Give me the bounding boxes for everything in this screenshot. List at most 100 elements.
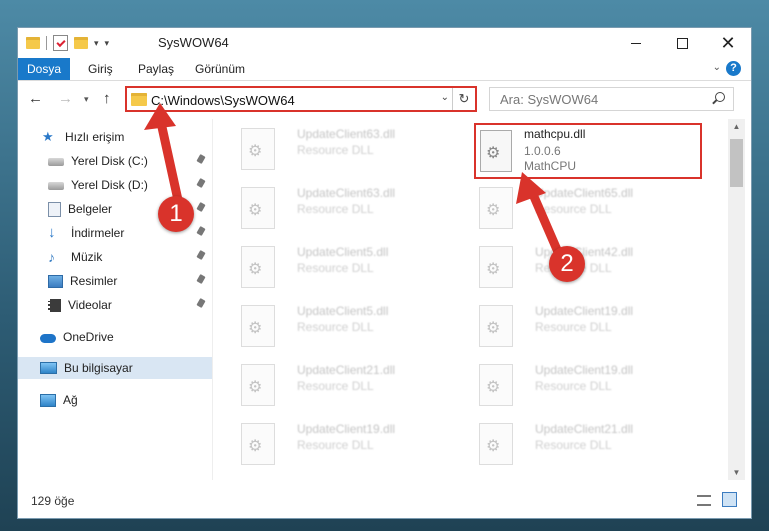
file-name: UpdateClient5.dll: [297, 245, 389, 259]
dll-file-icon: [479, 364, 513, 406]
highlighted-file-mathcpu[interactable]: mathcpu.dll 1.0.0.6 MathCPU: [474, 123, 702, 179]
up-button[interactable]: ↑: [103, 90, 111, 107]
file-name: mathcpu.dll: [524, 127, 586, 141]
file-description: Resource DLL: [535, 379, 612, 393]
list-item[interactable]: UpdateClient5.dll Resource DLL: [225, 299, 445, 351]
minimize-button[interactable]: [613, 28, 659, 58]
maximize-icon: [676, 37, 688, 49]
folder-icon: [26, 37, 40, 49]
sidebar-item-onedrive[interactable]: OneDrive: [18, 326, 212, 348]
list-item[interactable]: UpdateClient63.dll Resource DLL: [225, 122, 445, 174]
sidebar-item-label: Videolar: [68, 298, 112, 312]
close-icon: ✕: [720, 32, 736, 53]
tab-home[interactable]: Giriş: [88, 58, 113, 80]
sidebar-item-videos[interactable]: Videolar: [18, 294, 212, 316]
disk-icon: [48, 158, 64, 166]
recent-locations-button[interactable]: ▾: [84, 94, 89, 105]
list-item[interactable]: UpdateClient65.dll Resource DLL: [463, 181, 683, 233]
ribbon-tabs: Dosya Giriş Paylaş Görünüm ⌄ ?: [18, 58, 751, 81]
sidebar-item-label: Bu bilgisayar: [64, 361, 133, 375]
help-icon[interactable]: ?: [726, 61, 741, 76]
address-dropdown-icon[interactable]: ⌄: [441, 92, 449, 103]
list-item[interactable]: UpdateClient5.dll Resource DLL: [225, 240, 445, 292]
pin-icon[interactable]: [196, 154, 206, 164]
file-explorer-window: ▾ ▾ SysWOW64 ✕ Dosya Giriş Paylaş Görünü…: [17, 27, 752, 519]
dll-file-icon: [479, 187, 513, 229]
file-list: UpdateClient63.dll Resource DLL UpdateCl…: [213, 119, 728, 481]
sidebar-item-label: Hızlı erişim: [65, 130, 125, 144]
expand-ribbon-icon[interactable]: ⌄: [713, 62, 721, 73]
dll-file-icon: [241, 246, 275, 288]
file-name: UpdateClient19.dll: [297, 422, 396, 436]
sidebar-item-local-disk-c[interactable]: Yerel Disk (C:): [18, 150, 212, 172]
dll-file-icon: [241, 364, 275, 406]
sidebar-item-quick-access[interactable]: ★ Hızlı erişim: [18, 126, 212, 148]
properties-icon[interactable]: [53, 35, 68, 51]
file-name: UpdateClient65.dll: [535, 186, 634, 200]
large-icons-view-icon[interactable]: [722, 492, 737, 507]
scroll-down-arrow[interactable]: ▼: [728, 465, 745, 481]
list-item[interactable]: UpdateClient19.dll Resource DLL: [463, 299, 683, 351]
tab-view[interactable]: Görünüm: [195, 58, 245, 80]
pin-icon[interactable]: [196, 226, 206, 236]
music-icon: ♪: [48, 249, 55, 265]
close-button[interactable]: ✕: [705, 28, 751, 58]
sidebar-item-local-disk-d[interactable]: Yerel Disk (D:): [18, 174, 212, 196]
sidebar-item-music[interactable]: ♪ Müzik: [18, 246, 212, 268]
file-description: Resource DLL: [297, 143, 374, 157]
tab-share[interactable]: Paylaş: [138, 58, 174, 80]
vertical-scrollbar[interactable]: ▲ ▼: [728, 119, 745, 481]
file-name: UpdateClient63.dll: [297, 127, 396, 141]
sidebar-item-pictures[interactable]: Resimler: [18, 270, 212, 292]
new-folder-icon[interactable]: [74, 37, 88, 49]
disk-icon: [48, 182, 64, 190]
scroll-up-arrow[interactable]: ▲: [728, 119, 745, 135]
item-count: 129 öğe: [31, 494, 75, 508]
pin-icon[interactable]: [196, 274, 206, 284]
sidebar-item-network[interactable]: Ağ: [18, 389, 212, 411]
customize-toolbar-icon[interactable]: ▾: [105, 38, 110, 49]
list-item[interactable]: UpdateClient19.dll Resource DLL: [463, 358, 683, 410]
chevron-down-icon[interactable]: ▾: [94, 38, 99, 49]
sidebar-item-label: OneDrive: [63, 330, 114, 344]
file-name: UpdateClient21.dll: [297, 363, 396, 377]
file-description: Resource DLL: [297, 320, 374, 334]
maximize-button[interactable]: [659, 28, 705, 58]
separator: [46, 36, 47, 50]
file-name: UpdateClient5.dll: [297, 304, 389, 318]
file-description: Resource DLL: [297, 379, 374, 393]
forward-button[interactable]: →: [58, 90, 73, 107]
back-button[interactable]: ←: [28, 90, 43, 107]
file-name: UpdateClient19.dll: [535, 363, 634, 377]
details-view-icon[interactable]: [697, 495, 711, 506]
address-bar[interactable]: C:\Windows\SysWOW64 ⌄ ↻: [125, 86, 477, 112]
pin-icon[interactable]: [196, 178, 206, 188]
tab-file[interactable]: Dosya: [18, 58, 70, 80]
folder-icon: [131, 93, 147, 106]
documents-icon: [48, 201, 61, 217]
search-icon: [715, 92, 725, 102]
search-input[interactable]: Ara: SysWOW64: [489, 87, 734, 111]
pin-icon[interactable]: [196, 298, 206, 308]
refresh-button[interactable]: ↻: [452, 88, 475, 110]
pin-icon[interactable]: [196, 250, 206, 260]
window-title: SysWOW64: [158, 35, 229, 50]
sidebar-item-label: Belgeler: [68, 202, 113, 216]
videos-icon: [48, 298, 61, 312]
star-icon: ★: [42, 129, 54, 144]
file-description: Resource DLL: [297, 202, 374, 216]
pin-icon[interactable]: [196, 202, 206, 212]
list-item[interactable]: UpdateClient21.dll Resource DLL: [463, 417, 683, 469]
list-item[interactable]: UpdateClient21.dll Resource DLL: [225, 358, 445, 410]
file-description: Resource DLL: [535, 202, 612, 216]
list-item[interactable]: UpdateClient19.dll Resource DLL: [225, 417, 445, 469]
download-icon: ↓: [48, 224, 56, 241]
sidebar-item-this-pc[interactable]: Bu bilgisayar: [18, 357, 212, 379]
list-item[interactable]: UpdateClient63.dll Resource DLL: [225, 181, 445, 233]
address-path[interactable]: C:\Windows\SysWOW64: [151, 93, 295, 108]
dll-file-icon: [241, 187, 275, 229]
scroll-thumb[interactable]: [730, 139, 743, 187]
file-description: Resource DLL: [297, 261, 374, 275]
title-bar: ▾ ▾ SysWOW64 ✕: [18, 28, 751, 58]
file-description: Resource DLL: [535, 320, 612, 334]
